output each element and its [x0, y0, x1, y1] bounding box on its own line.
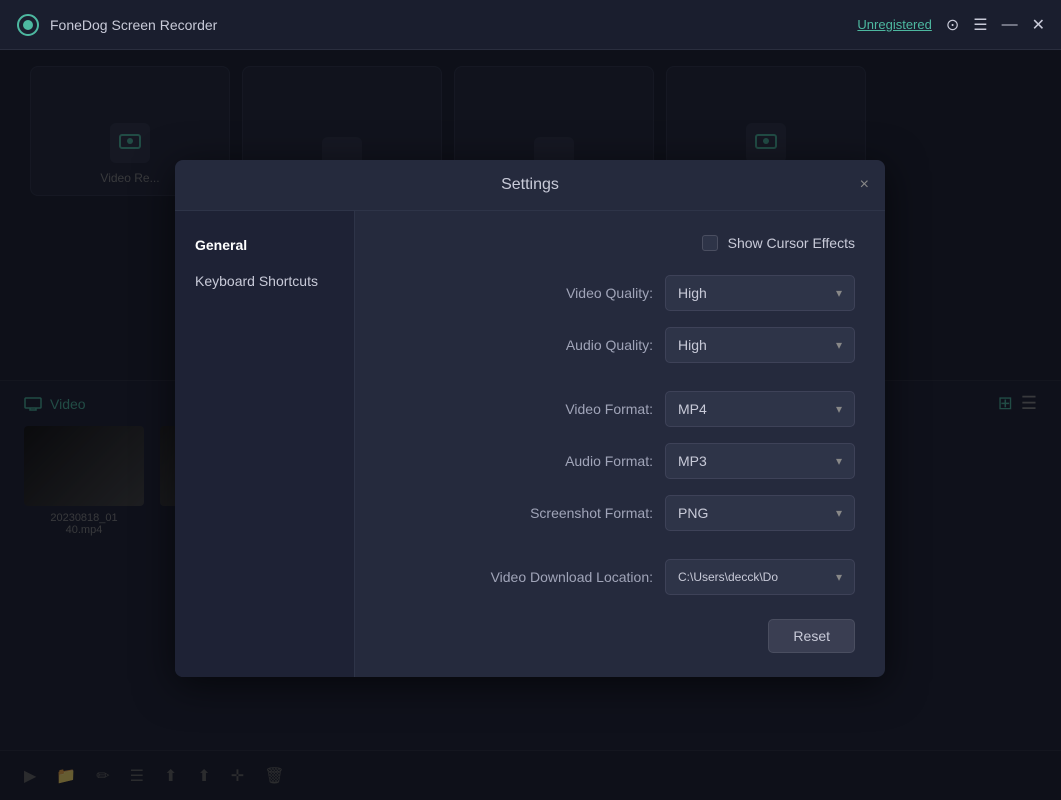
main-area: Video Re... n Capture — [0, 50, 1061, 800]
audio-format-row: Audio Format: MP3 ▾ — [385, 443, 855, 479]
audio-quality-select[interactable]: High ▾ — [665, 327, 855, 363]
download-location-row: Video Download Location: C:\Users\decck\… — [385, 559, 855, 595]
dialog-content: Show Cursor Effects Video Quality: High … — [355, 211, 885, 677]
reset-row: Reset — [385, 619, 855, 653]
show-cursor-effects-checkbox[interactable] — [702, 235, 718, 251]
audio-quality-row: Audio Quality: High ▾ — [385, 327, 855, 363]
screenshot-format-value: PNG — [678, 505, 708, 521]
cursor-effects-label: Show Cursor Effects — [728, 235, 855, 251]
close-icon[interactable]: ✕ — [1032, 15, 1045, 35]
reset-button[interactable]: Reset — [768, 619, 855, 653]
dialog-title: Settings — [501, 176, 559, 194]
titlebar: FoneDog Screen Recorder Unregistered ⊙ ☰… — [0, 0, 1061, 50]
screenshot-format-label: Screenshot Format: — [513, 505, 653, 521]
video-format-row: Video Format: MP4 ▾ — [385, 391, 855, 427]
sidebar-item-keyboard[interactable]: Keyboard Shortcuts — [175, 263, 354, 299]
dialog-sidebar: General Keyboard Shortcuts — [175, 211, 355, 677]
audio-format-select[interactable]: MP3 ▾ — [665, 443, 855, 479]
video-format-label: Video Format: — [513, 401, 653, 417]
video-quality-label: Video Quality: — [513, 285, 653, 301]
target-icon[interactable]: ⊙ — [946, 15, 959, 35]
video-format-chevron-icon: ▾ — [836, 402, 842, 416]
titlebar-left: FoneDog Screen Recorder — [16, 13, 217, 37]
app-logo-icon — [16, 13, 40, 37]
video-quality-chevron-icon: ▾ — [836, 286, 842, 300]
app-title: FoneDog Screen Recorder — [50, 17, 217, 33]
audio-format-chevron-icon: ▾ — [836, 454, 842, 468]
download-location-value: C:\Users\decck\Do — [678, 570, 778, 584]
dialog-close-button[interactable]: × — [860, 177, 869, 193]
video-quality-value: High — [678, 285, 707, 301]
audio-quality-chevron-icon: ▾ — [836, 338, 842, 352]
download-location-chevron-icon: ▾ — [836, 570, 842, 584]
download-location-label: Video Download Location: — [491, 569, 653, 585]
audio-format-label: Audio Format: — [513, 453, 653, 469]
settings-dialog: Settings × General Keyboard Shortcuts Sh… — [175, 160, 885, 677]
screenshot-format-chevron-icon: ▾ — [836, 506, 842, 520]
unregistered-link[interactable]: Unregistered — [857, 17, 931, 32]
audio-quality-label: Audio Quality: — [513, 337, 653, 353]
video-format-value: MP4 — [678, 401, 707, 417]
video-quality-select[interactable]: High ▾ — [665, 275, 855, 311]
audio-format-value: MP3 — [678, 453, 707, 469]
screenshot-format-select[interactable]: PNG ▾ — [665, 495, 855, 531]
titlebar-right: Unregistered ⊙ ☰ — ✕ — [857, 15, 1045, 35]
cursor-effects-row: Show Cursor Effects — [385, 235, 855, 251]
dialog-body: General Keyboard Shortcuts Show Cursor E… — [175, 211, 885, 677]
video-quality-row: Video Quality: High ▾ — [385, 275, 855, 311]
sidebar-item-general[interactable]: General — [175, 227, 354, 263]
video-format-select[interactable]: MP4 ▾ — [665, 391, 855, 427]
audio-quality-value: High — [678, 337, 707, 353]
menu-icon[interactable]: ☰ — [973, 15, 987, 35]
dialog-header: Settings × — [175, 160, 885, 211]
screenshot-format-row: Screenshot Format: PNG ▾ — [385, 495, 855, 531]
minimize-icon[interactable]: — — [1002, 16, 1018, 34]
download-location-select[interactable]: C:\Users\decck\Do ▾ — [665, 559, 855, 595]
